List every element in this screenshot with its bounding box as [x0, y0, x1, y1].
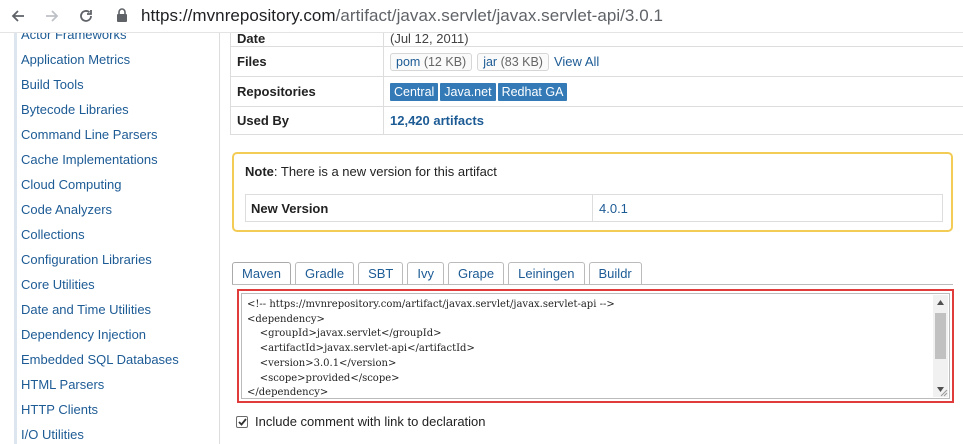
reload-icon: [80, 10, 92, 22]
category-list: Actor Frameworks Application Metrics Build…: [14, 33, 179, 444]
sidebar-item-link[interactable]: Core Utilities: [21, 277, 95, 292]
used-by-label: Used By: [231, 107, 384, 134]
tab-divider: [232, 284, 953, 285]
code-line: <groupId>javax.servlet</groupId>: [247, 328, 442, 340]
sidebar-item-link[interactable]: Collections: [21, 227, 85, 242]
sidebar-item-link[interactable]: Application Metrics: [21, 52, 130, 67]
triangle-up-icon: [937, 300, 944, 305]
back-button[interactable]: [6, 4, 30, 28]
include-comment-checkbox[interactable]: [236, 415, 248, 428]
url-path: /artifact/javax.servlet/javax.servlet-ap…: [335, 6, 663, 25]
files-label: Files: [231, 47, 384, 76]
tab-sbt[interactable]: SBT: [358, 262, 404, 284]
tab-buildr[interactable]: Buildr: [588, 262, 642, 284]
browser-toolbar: https://mvnrepository.com/artifact/javax…: [0, 0, 963, 33]
snippet-scrollbar[interactable]: [933, 295, 948, 397]
category-sidebar: Actor Frameworks Application Metrics Build…: [14, 33, 220, 444]
new-version-label: New Version: [246, 195, 593, 221]
tab-grape[interactable]: Grape: [447, 262, 505, 284]
sidebar-item-link[interactable]: Date and Time Utilities: [21, 302, 151, 317]
sidebar-item-link[interactable]: Cloud Computing: [21, 177, 121, 192]
note-text: Note: There is a new version for this ar…: [245, 164, 497, 179]
sidebar-item-link[interactable]: Command Line Parsers: [21, 127, 158, 142]
lock-icon: [117, 8, 127, 22]
highlight-frame: <!-- https://mvnrepository.com/artifact/…: [237, 289, 954, 403]
sidebar-item[interactable]: Code Analyzers: [14, 197, 179, 222]
build-tool-tabs: Maven Gradle SBT Ivy Grape Leiningen Buildr: [232, 262, 646, 284]
sidebar-item-link[interactable]: Code Analyzers: [21, 202, 112, 217]
sidebar-item[interactable]: HTTP Clients: [14, 397, 179, 422]
tab-leiningen[interactable]: Leiningen: [508, 262, 585, 284]
sidebar-item-link[interactable]: I/O Utilities: [21, 427, 84, 442]
forward-button[interactable]: [40, 4, 64, 28]
tab-ivy[interactable]: Ivy: [407, 262, 444, 284]
sidebar-item[interactable]: Configuration Libraries: [14, 247, 179, 272]
sidebar-item[interactable]: Embedded SQL Databases: [14, 347, 179, 372]
date-row: Date (Jul 12, 2011): [230, 31, 963, 47]
scroll-thumb[interactable]: [935, 313, 946, 359]
sidebar-item[interactable]: Collections: [14, 222, 179, 247]
sidebar-item[interactable]: HTML Parsers: [14, 372, 179, 397]
new-version-link[interactable]: 4.0.1: [593, 195, 942, 221]
file-pom-link[interactable]: pom (12 KB): [390, 52, 473, 71]
new-version-table: New Version 4.0.1: [245, 194, 943, 222]
sidebar-item[interactable]: Build Tools: [14, 72, 179, 97]
sidebar-item[interactable]: Date and Time Utilities: [14, 297, 179, 322]
tab-gradle[interactable]: Gradle: [295, 262, 355, 284]
sidebar-item[interactable]: Cache Implementations: [14, 147, 179, 172]
tab-maven[interactable]: Maven: [232, 262, 292, 284]
sidebar-item-link[interactable]: Dependency Injection: [21, 327, 146, 342]
include-comment-label: Include comment with link to declaration: [255, 414, 486, 429]
sidebar-item-link[interactable]: Configuration Libraries: [21, 252, 152, 267]
repo-javanet-badge[interactable]: Java.net: [440, 82, 496, 101]
scroll-up-button[interactable]: [933, 295, 948, 310]
code-line: <artifactId>javax.servlet-api</artifactI…: [247, 343, 475, 355]
repositories-row: Repositories Central Java.net Redhat GA: [230, 77, 963, 107]
address-bar[interactable]: https://mvnrepository.com/artifact/javax…: [141, 6, 663, 26]
sidebar-item-link[interactable]: Cache Implementations: [21, 152, 158, 167]
reload-button[interactable]: [74, 4, 98, 28]
dependency-snippet-code[interactable]: <!-- https://mvnrepository.com/artifact/…: [247, 298, 615, 401]
repo-central-badge[interactable]: Central: [390, 82, 439, 101]
repositories-label: Repositories: [231, 77, 384, 106]
files-row: Files pom (12 KB) jar (83 KB) View All: [230, 47, 963, 77]
include-comment-row: Include comment with link to declaration: [236, 414, 486, 429]
code-line: </dependency>: [247, 387, 329, 399]
date-label: Date: [237, 31, 266, 46]
resize-grip-icon[interactable]: [939, 388, 948, 397]
sidebar-item-link[interactable]: Bytecode Libraries: [21, 102, 129, 117]
sidebar-item[interactable]: Cloud Computing: [14, 172, 179, 197]
sidebar-item-link[interactable]: HTTP Clients: [21, 402, 98, 417]
repo-redhat-badge[interactable]: Redhat GA: [497, 82, 568, 101]
used-by-row: Used By 12,420 artifacts: [230, 107, 963, 135]
sidebar-item[interactable]: I/O Utilities: [14, 422, 179, 444]
sidebar-item-link[interactable]: Build Tools: [21, 77, 84, 92]
url-host: https://mvnrepository.com: [141, 6, 336, 25]
code-line: <!-- https://mvnrepository.com/artifact/…: [247, 299, 615, 310]
artifact-info-table: Date (Jul 12, 2011) Files pom (12 KB) ja…: [230, 31, 963, 135]
sidebar-item-link[interactable]: Actor Frameworks: [21, 33, 126, 42]
code-line: <version>3.0.1</version>: [247, 357, 397, 369]
view-all-link[interactable]: View All: [554, 54, 599, 69]
sidebar-item[interactable]: Bytecode Libraries: [14, 97, 179, 122]
sidebar-item[interactable]: Core Utilities: [14, 272, 179, 297]
sidebar-item[interactable]: Dependency Injection: [14, 322, 179, 347]
forward-arrow-icon: [46, 10, 59, 22]
date-value: (Jul 12, 2011): [390, 31, 469, 46]
sidebar-item[interactable]: Actor Frameworks: [14, 33, 179, 47]
sidebar-item-link[interactable]: HTML Parsers: [21, 377, 104, 392]
dependency-snippet-textarea[interactable]: <!-- https://mvnrepository.com/artifact/…: [241, 293, 950, 399]
sidebar-item[interactable]: Application Metrics: [14, 47, 179, 72]
checkmark-icon: [237, 417, 247, 426]
back-arrow-icon: [11, 10, 24, 22]
sidebar-item[interactable]: Command Line Parsers: [14, 122, 179, 147]
used-by-link[interactable]: 12,420 artifacts: [390, 113, 484, 128]
file-jar-link[interactable]: jar (83 KB): [477, 52, 549, 71]
new-version-note: Note: There is a new version for this ar…: [232, 152, 953, 232]
code-line: <dependency>: [247, 313, 325, 325]
sidebar-item-link[interactable]: Embedded SQL Databases: [21, 352, 179, 367]
code-line: <scope>provided</scope>: [247, 372, 400, 384]
